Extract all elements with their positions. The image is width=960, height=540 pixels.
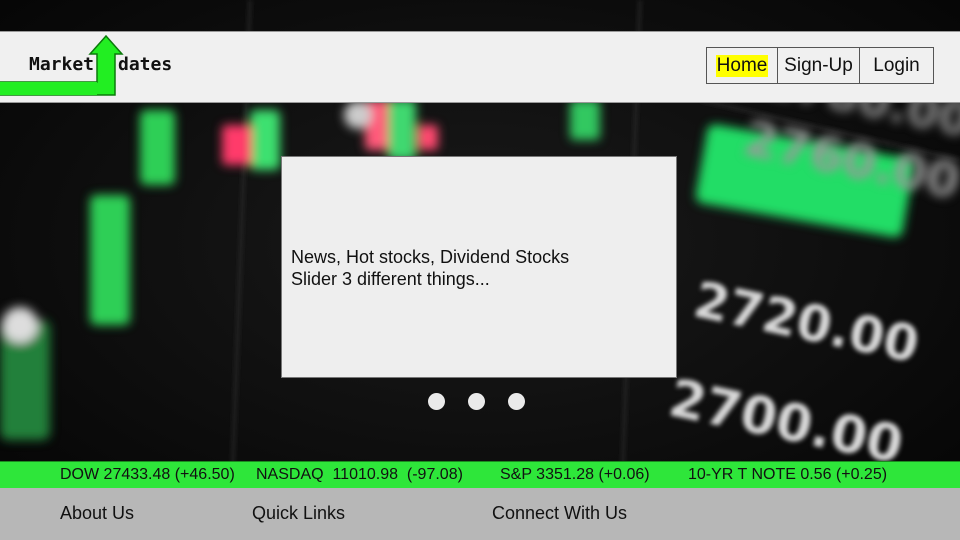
logo-text-market: Market xyxy=(29,54,95,75)
nav-signup-label: Sign-Up xyxy=(784,54,853,76)
market-ticker: DOW 27433.48 (+46.50) NASDAQ 11010.98 (-… xyxy=(0,461,960,489)
content-slider[interactable]: News, Hot stocks, Dividend Stocks Slider… xyxy=(281,156,677,378)
footer-quick-links-link[interactable]: Quick Links xyxy=(252,503,345,524)
main-nav: Home Sign-Up Login xyxy=(706,47,934,84)
footer-connect-link[interactable]: Connect With Us xyxy=(492,503,627,524)
logo-text-dates: dates xyxy=(118,54,173,75)
slider-line-2: Slider 3 different things... xyxy=(291,269,490,289)
slider-dot-3[interactable] xyxy=(508,393,525,410)
nav-home-label: Home xyxy=(715,54,769,77)
nav-login-link[interactable]: Login xyxy=(860,48,933,83)
slider-dot-2[interactable] xyxy=(468,393,485,410)
footer-about-us-link[interactable]: About Us xyxy=(60,503,134,524)
ticker-sp500: S&P 3351.28 (+0.06) xyxy=(500,466,650,483)
nav-signup-link[interactable]: Sign-Up xyxy=(778,48,860,83)
ticker-dow: DOW 27433.48 (+46.50) xyxy=(60,466,235,483)
site-logo[interactable]: Market dates xyxy=(0,32,190,102)
ticker-10yr-note: 10-YR T NOTE 0.56 (+0.25) xyxy=(688,466,888,483)
nav-home-link[interactable]: Home xyxy=(707,48,778,83)
site-footer: About Us Quick Links Connect With Us xyxy=(0,488,960,540)
slider-text: News, Hot stocks, Dividend Stocks Slider… xyxy=(291,246,569,290)
nav-login-label: Login xyxy=(873,54,920,76)
site-header: Market dates Home Sign-Up Login xyxy=(0,31,960,103)
slider-line-1: News, Hot stocks, Dividend Stocks xyxy=(291,247,570,267)
slider-dots xyxy=(428,393,525,410)
slider-dot-1[interactable] xyxy=(428,393,445,410)
ticker-nasdaq: NASDAQ 11010.98 (-97.08) xyxy=(256,466,463,483)
